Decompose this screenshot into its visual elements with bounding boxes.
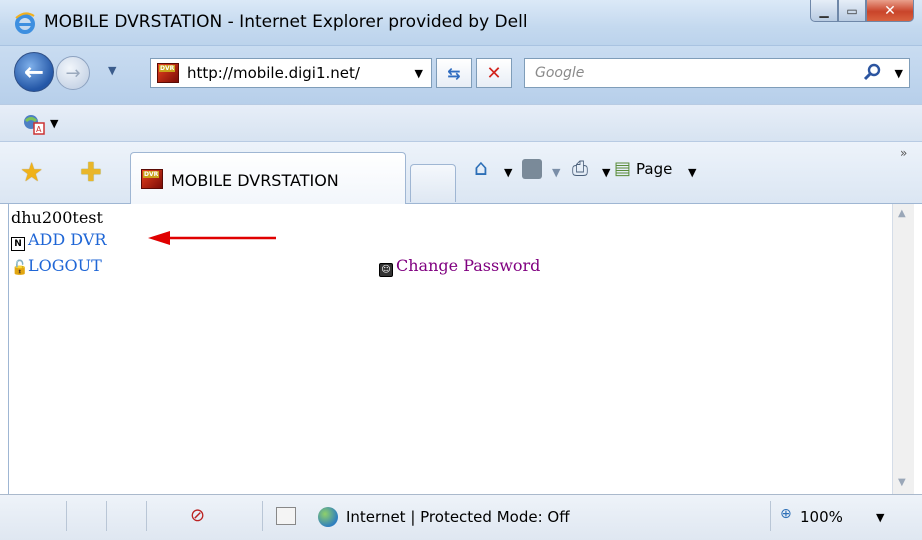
vertical-scrollbar[interactable]: ▲ ▼ (892, 204, 914, 494)
recent-pages-dropdown[interactable]: ▼ (108, 64, 116, 77)
page-menu[interactable]: Page (636, 160, 672, 178)
tab-favicon-icon: DVR (141, 169, 163, 189)
page-icon[interactable]: ▤ (614, 158, 631, 179)
home-icon[interactable]: ⌂ (474, 156, 488, 181)
lock-icon: 🔓 (11, 260, 29, 276)
search-provider-dropdown-icon[interactable]: ▼ (895, 67, 903, 80)
back-button[interactable]: ← (14, 52, 54, 92)
add-favorite-icon[interactable]: ✚ (80, 158, 102, 188)
address-dropdown-icon[interactable]: ▼ (415, 67, 423, 80)
status-divider (66, 501, 67, 531)
internet-zone-globe-icon (318, 507, 338, 527)
address-input[interactable]: http://mobile.digi1.net/ (187, 64, 360, 82)
site-favicon-icon: DVR (157, 63, 179, 83)
zoom-icon[interactable]: ⊕ (780, 506, 792, 522)
status-divider (146, 501, 147, 531)
privacy-report-icon[interactable]: ⊘ (190, 505, 205, 526)
addon-dropdown-icon[interactable]: ▼ (50, 117, 58, 130)
logout-link[interactable]: 🔓LOGOUT (11, 256, 102, 275)
protected-mode-icon[interactable] (276, 507, 296, 525)
zoom-dropdown-icon[interactable]: ▼ (876, 511, 884, 524)
stop-button[interactable]: ✕ (476, 58, 512, 88)
tab-label: MOBILE DVRSTATION (171, 171, 339, 190)
page-content: dhu200test N ADD DVR 🔓LOGOUT ☺ Change Pass… (8, 204, 892, 494)
status-bar: ⊘ Internet | Protected Mode: Off ⊕ 100% … (0, 494, 922, 540)
navigation-bar: ← → ▼ DVR http://mobile.digi1.net/ ▼ ⇆ ✕… (0, 46, 922, 104)
window-title: MOBILE DVRSTATION - Internet Explorer pr… (44, 12, 528, 32)
search-icon[interactable] (863, 62, 883, 82)
status-divider (262, 501, 263, 531)
tab-bar: ★ ✚ DVR MOBILE DVRSTATION ⌂ ▼ ▼ ⎙ ▼ ▤ Pa… (0, 142, 922, 204)
stop-icon: ✕ (486, 62, 502, 84)
internet-explorer-icon (15, 12, 35, 34)
tab-active[interactable]: DVR MOBILE DVRSTATION (130, 152, 406, 204)
refresh-button[interactable]: ⇆ (436, 58, 472, 88)
new-tab-button[interactable] (410, 164, 456, 202)
zoom-level[interactable]: 100% (800, 508, 843, 526)
page-dropdown-icon[interactable]: ▼ (688, 166, 696, 179)
window-controls: ▁ ▭ ✕ (810, 0, 914, 26)
svg-text:A: A (36, 125, 42, 134)
home-dropdown-icon[interactable]: ▼ (504, 166, 512, 179)
print-icon[interactable]: ⎙ (572, 156, 588, 180)
username-label: dhu200test (11, 208, 103, 227)
add-dvr-link[interactable]: N ADD DVR (11, 230, 106, 251)
links-toolbar: A ▼ (0, 104, 922, 142)
address-bar[interactable]: DVR http://mobile.digi1.net/ ▼ (150, 58, 432, 88)
close-button[interactable]: ✕ (866, 0, 914, 22)
status-divider (106, 501, 107, 531)
scroll-up-icon[interactable]: ▲ (898, 208, 906, 219)
annotation-arrow (148, 231, 276, 245)
forward-button[interactable]: → (56, 56, 90, 90)
title-bar: MOBILE DVRSTATION - Internet Explorer pr… (0, 0, 922, 46)
back-arrow-icon: ← (23, 58, 45, 86)
forward-arrow-icon: → (65, 62, 81, 84)
feeds-dropdown-icon[interactable]: ▼ (552, 166, 560, 179)
search-box[interactable]: Google ▼ (524, 58, 910, 88)
refresh-icon: ⇆ (447, 63, 461, 83)
maximize-button[interactable]: ▭ (838, 0, 866, 22)
status-divider (770, 501, 771, 531)
scroll-down-icon[interactable]: ▼ (898, 477, 906, 488)
add-dvr-icon: N (11, 237, 25, 251)
search-input[interactable]: Google (535, 65, 584, 81)
more-tools-chevron-icon[interactable]: » (900, 146, 907, 160)
feeds-icon[interactable] (522, 159, 542, 179)
security-zone-label[interactable]: Internet | Protected Mode: Off (346, 508, 570, 526)
change-password-link[interactable]: ☺ Change Password (379, 256, 540, 277)
close-icon: ✕ (884, 2, 896, 19)
maximize-icon: ▭ (846, 3, 858, 18)
minimize-button[interactable]: ▁ (810, 0, 838, 22)
addon-icon[interactable]: A (22, 113, 46, 135)
print-dropdown-icon[interactable]: ▼ (602, 166, 610, 179)
change-password-icon: ☺ (379, 263, 393, 277)
minimize-icon: ▁ (819, 3, 829, 18)
favorites-star-icon[interactable]: ★ (20, 158, 43, 188)
